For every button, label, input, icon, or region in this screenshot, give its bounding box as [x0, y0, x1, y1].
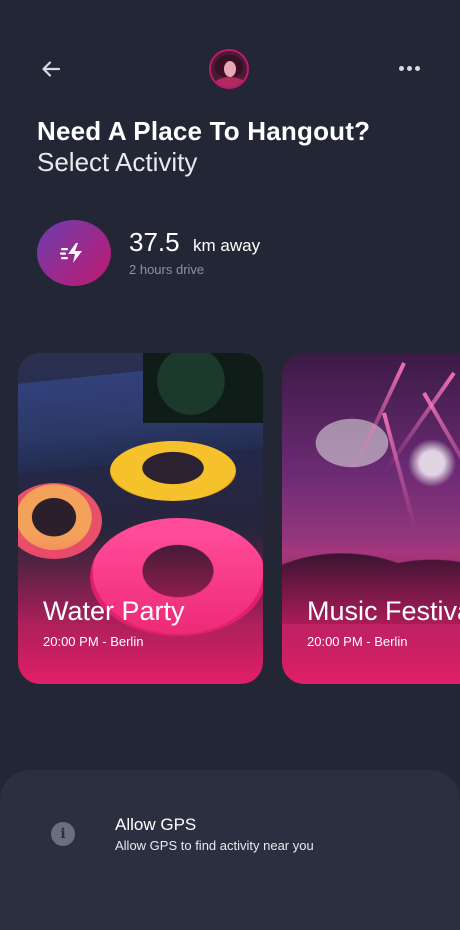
arrow-left-icon — [42, 61, 61, 77]
back-button[interactable] — [36, 54, 66, 84]
gps-description: Allow GPS to find activity near you — [115, 838, 314, 853]
distance-duration: 2 hours drive — [129, 262, 205, 277]
activity-subtitle: 20:00 PM - Berlin — [307, 634, 408, 649]
page-subtitle: Select Activity — [37, 147, 198, 177]
lightning-speed-icon — [60, 243, 82, 263]
distance-badge — [37, 220, 111, 286]
gps-title: Allow GPS — [115, 815, 197, 834]
distance-value: 37.5 — [129, 227, 180, 257]
more-options-button[interactable] — [392, 58, 426, 78]
activity-title: Water Party — [43, 596, 185, 626]
activity-subtitle: 20:00 PM - Berlin — [43, 634, 144, 649]
activity-card-water-party[interactable]: Water Party 20:00 PM - Berlin — [18, 353, 263, 684]
page-title: Need A Place To Hangout? — [37, 116, 371, 146]
activity-card-music-festival[interactable]: Music Festival 20:00 PM - Berlin — [282, 353, 460, 684]
distance-unit: km away — [193, 236, 261, 255]
more-horizontal-icon — [398, 65, 404, 71]
user-avatar[interactable] — [209, 49, 249, 89]
activity-title: Music Festival — [307, 596, 460, 626]
info-icon: i — [51, 822, 75, 846]
